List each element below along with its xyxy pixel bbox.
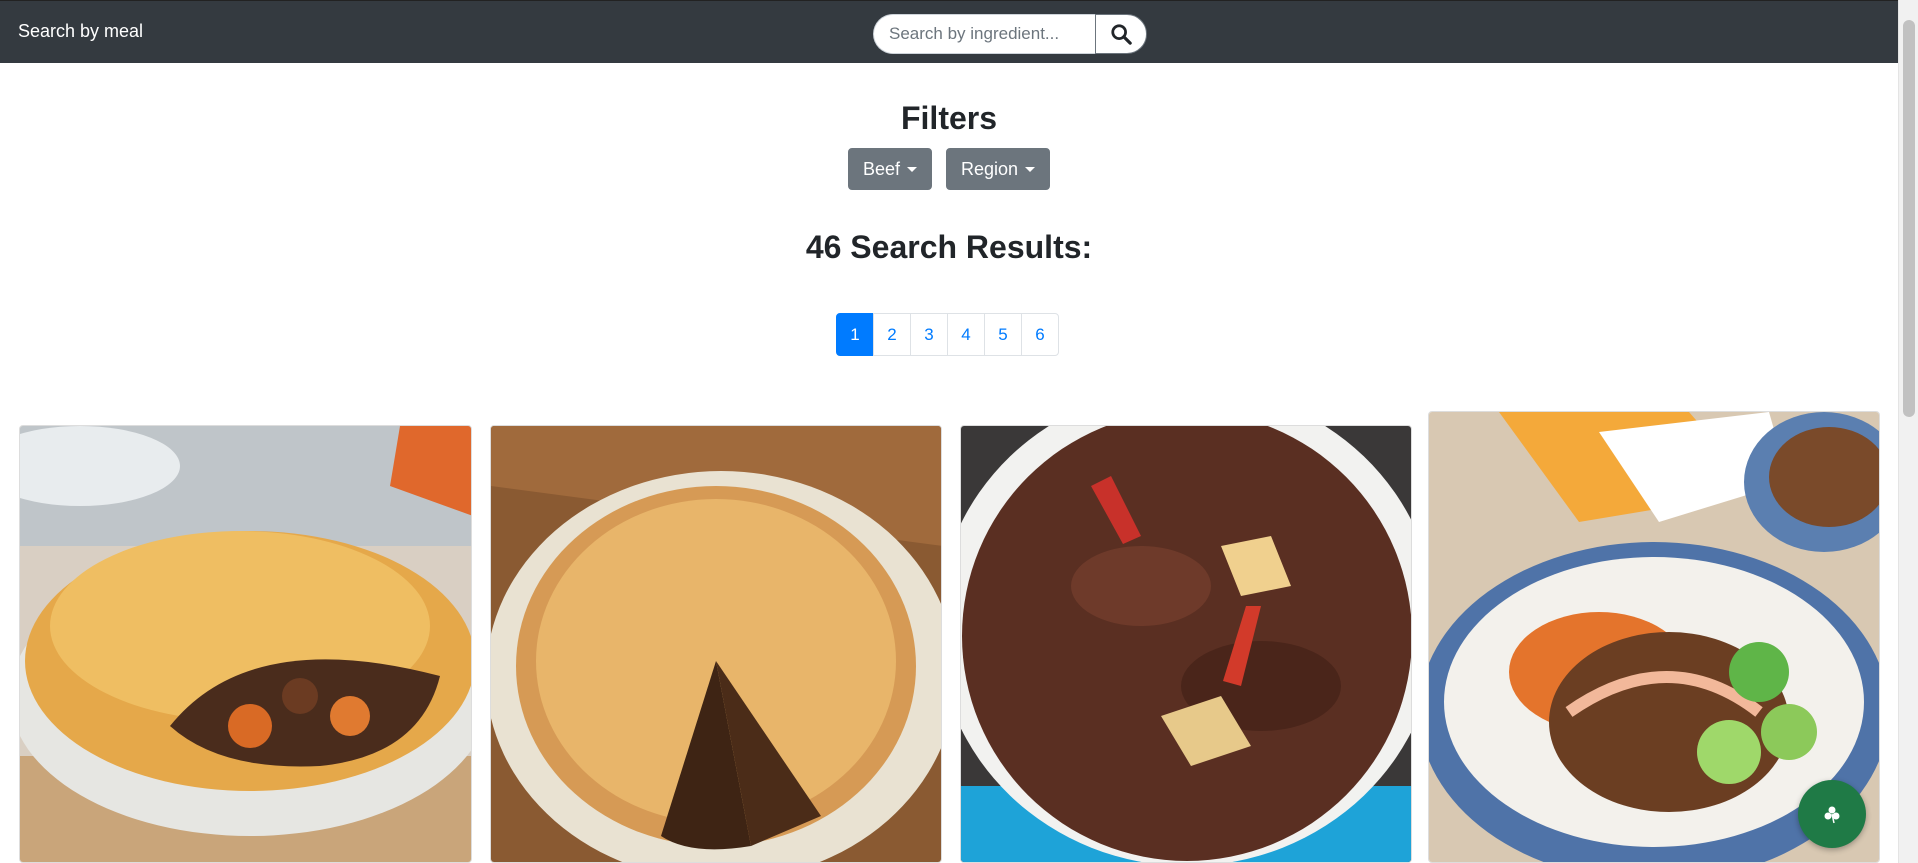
floating-action-button[interactable] [1798,780,1866,848]
meal-image-1 [20,426,471,862]
clover-icon [1824,806,1840,824]
scrollbar-thumb[interactable] [1903,20,1915,417]
meal-image-3 [961,426,1411,862]
search-button[interactable] [1095,14,1147,54]
search-form [873,14,1147,54]
meal-card-2[interactable] [490,425,942,863]
filters-heading: Filters [900,100,998,136]
caret-down-icon [906,166,917,172]
caret-down-icon [1025,166,1036,172]
page-link-3[interactable]: 3 [910,313,948,356]
navbar: Search by meal [0,0,1898,63]
pagination: 1 2 3 4 5 6 [836,313,1059,356]
category-dropdown-button[interactable]: Beef [847,148,932,190]
page-link-1[interactable]: 1 [836,313,874,356]
results-heading: 46 Search Results: [805,229,1093,265]
region-dropdown-button[interactable]: Region [945,148,1051,190]
page-scrollbar[interactable] [1898,0,1918,863]
page-link-6[interactable]: 6 [1021,313,1059,356]
brand-link[interactable]: Search by meal [18,21,143,42]
page-link-5[interactable]: 5 [984,313,1022,356]
filter-buttons: Beef Region [0,148,1898,190]
meal-card-3[interactable] [960,425,1412,863]
meal-card-1[interactable] [19,425,472,863]
page-link-2[interactable]: 2 [873,313,911,356]
region-dropdown-label: Region [960,158,1019,179]
search-input[interactable] [873,14,1095,54]
category-dropdown-label: Beef [862,158,900,179]
search-icon [1111,24,1132,45]
page-link-4[interactable]: 4 [947,313,985,356]
meal-image-2 [491,426,941,862]
